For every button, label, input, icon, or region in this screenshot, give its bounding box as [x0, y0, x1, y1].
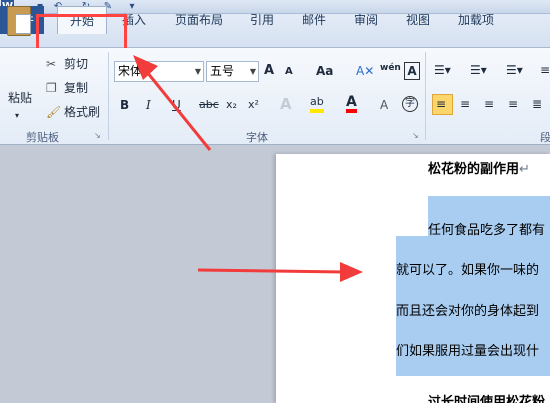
scissors-icon[interactable]: ✂ [46, 56, 56, 72]
tab-review[interactable]: 审阅 [348, 6, 384, 34]
group-separator [425, 52, 426, 140]
highlight-color-icon[interactable]: ab [310, 95, 324, 113]
paste-dropdown-icon[interactable]: ▾ [15, 108, 19, 124]
font-name-combo[interactable]: 宋体 ▼ [114, 61, 204, 82]
subscript-icon[interactable]: x₂ [226, 97, 237, 113]
text-effects-icon[interactable]: A [280, 96, 292, 112]
tab-page-layout[interactable]: 页面布局 [170, 6, 228, 34]
paragraph-mark-icon: ↵ [519, 162, 530, 177]
bold-icon[interactable]: B [120, 97, 129, 113]
font-size-value: 五号 [210, 64, 235, 78]
font-group-label: 字体 [246, 131, 268, 144]
watermark: Baidu 经验 jingyan.baidu.com [426, 382, 493, 397]
document-line: 就可以了。如果你一味的 [396, 263, 540, 278]
shrink-font-icon[interactable]: A [285, 64, 293, 80]
phonetic-guide-icon[interactable]: wén [380, 60, 401, 76]
tab-view[interactable]: 视图 [400, 6, 436, 34]
font-size-combo[interactable]: 五号 ▼ [206, 61, 259, 82]
format-painter-icon[interactable]: 🖌 [46, 104, 61, 120]
clipboard-group-label: 剪贴板 [26, 131, 59, 144]
font-name-value: 宋体 [118, 64, 143, 78]
copy-button[interactable]: 复制 [64, 80, 88, 96]
font-size-dropdown-icon[interactable]: ▼ [250, 62, 256, 81]
enclose-characters-icon[interactable]: 字 [402, 96, 418, 112]
change-case-icon[interactable]: Aa [316, 63, 333, 79]
distributed-icon[interactable]: ≣ [532, 96, 542, 112]
character-border-icon[interactable]: A [404, 62, 420, 80]
numbering-icon[interactable]: ☰▾ [470, 62, 487, 78]
clipboard-launcher-icon[interactable]: ↘ [94, 128, 101, 144]
align-center-icon[interactable]: ≡ [460, 96, 470, 112]
align-right-icon[interactable]: ≡ [484, 96, 494, 112]
watermark-url: jingyan.baidu.com [428, 389, 493, 397]
document-line: 而且还会对你的身体起到 [396, 304, 540, 319]
paste-button[interactable]: 粘贴 [8, 90, 32, 106]
cut-button[interactable]: 剪切 [64, 56, 88, 72]
tab-mailings[interactable]: 邮件 [296, 6, 332, 34]
tab-references[interactable]: 引用 [244, 6, 280, 34]
decrease-indent-icon[interactable]: ≡ [540, 62, 550, 78]
align-left-icon[interactable]: ≡ [436, 96, 446, 112]
strikethrough-icon[interactable]: abc [199, 97, 219, 113]
font-color-icon[interactable]: A [346, 95, 357, 113]
clear-format-icon[interactable]: A✕ [356, 63, 374, 79]
character-shading-icon[interactable]: A [380, 97, 388, 113]
group-separator [108, 52, 109, 140]
document-line: 任何食品吃多了都有 [428, 223, 546, 238]
copy-icon[interactable]: ❐ [46, 80, 57, 96]
italic-icon[interactable]: I [146, 97, 151, 113]
underline-icon[interactable]: U [172, 97, 181, 113]
paste-paper-icon[interactable] [15, 14, 31, 34]
superscript-icon[interactable]: x² [248, 97, 259, 113]
font-launcher-icon[interactable]: ↘ [412, 128, 419, 144]
multilevel-list-icon[interactable]: ☰▾ [506, 62, 523, 78]
tab-add-ins[interactable]: 加载项 [452, 6, 500, 34]
document-title: 松花粉的副作用↵ [428, 162, 530, 177]
bullets-icon[interactable]: ☰▾ [434, 62, 451, 78]
justify-icon[interactable]: ≡ [508, 96, 518, 112]
grow-font-icon[interactable]: A [264, 63, 274, 79]
document-line: 们如果服用过量会出现什 [396, 344, 540, 359]
font-name-dropdown-icon[interactable]: ▼ [195, 62, 201, 81]
paragraph-group-label: 段 [540, 131, 550, 144]
format-painter-button[interactable]: 格式刷 [64, 104, 100, 120]
